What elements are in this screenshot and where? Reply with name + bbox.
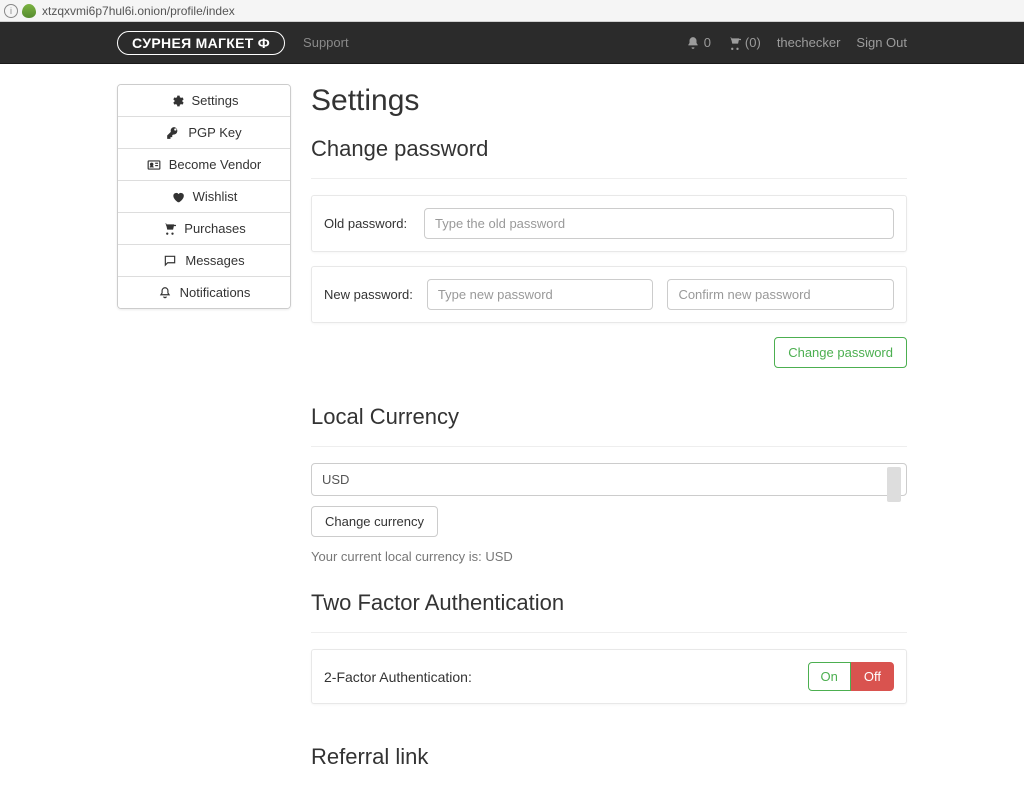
id-card-icon <box>147 158 161 172</box>
sidebar-item-label: Become Vendor <box>169 157 262 172</box>
top-navbar: CУРНЕЯ МАГКЕТ Ф Support 0 (0) thechecker… <box>0 22 1024 64</box>
new-password-panel: New password: <box>311 266 907 323</box>
sidebar-item-label: Notifications <box>180 285 251 300</box>
sidebar-item-messages[interactable]: Messages <box>118 245 290 277</box>
cart-icon <box>162 222 176 236</box>
notifications-count: 0 <box>704 35 711 50</box>
change-password-button[interactable]: Change password <box>774 337 907 368</box>
section-referral-link: Referral link <box>311 744 907 770</box>
new-password-input[interactable] <box>427 279 654 310</box>
old-password-panel: Old password: <box>311 195 907 252</box>
cart-count: (0) <box>745 35 761 50</box>
section-local-currency: Local Currency <box>311 404 907 430</box>
bell-icon <box>158 286 172 300</box>
currency-select-wrap: USD <box>311 463 907 506</box>
two-factor-label: 2-Factor Authentication: <box>324 669 472 685</box>
nav-notifications[interactable]: 0 <box>686 35 711 50</box>
sidebar-item-pgp[interactable]: PGP Key <box>118 117 290 149</box>
nav-sign-out[interactable]: Sign Out <box>856 35 907 50</box>
key-icon <box>166 126 180 140</box>
sidebar-item-notifications[interactable]: Notifications <box>118 277 290 308</box>
cart-icon <box>727 36 741 50</box>
old-password-label: Old password: <box>324 216 410 231</box>
page-title: Settings <box>311 84 907 118</box>
brand-logo[interactable]: CУРНЕЯ МАГКЕТ Ф <box>117 31 285 55</box>
nav-username[interactable]: thechecker <box>777 35 841 50</box>
bell-icon <box>686 36 700 50</box>
browser-url-bar: i xtzqxvmi6p7hul6i.onion/profile/index <box>0 0 1024 22</box>
sidebar-item-label: Messages <box>185 253 244 268</box>
settings-sidebar: Settings PGP Key Become Vendor Wishlist … <box>117 84 291 309</box>
info-icon: i <box>4 4 18 18</box>
two-factor-on[interactable]: On <box>808 662 851 691</box>
two-factor-off[interactable]: Off <box>851 662 894 691</box>
section-two-factor: Two Factor Authentication <box>311 590 907 616</box>
sidebar-item-settings[interactable]: Settings <box>118 85 290 117</box>
sidebar-item-label: Purchases <box>184 221 245 236</box>
two-factor-panel: 2-Factor Authentication: On Off <box>311 649 907 704</box>
nav-cart[interactable]: (0) <box>727 35 761 50</box>
sidebar-item-purchases[interactable]: Purchases <box>118 213 290 245</box>
chat-icon <box>163 254 177 268</box>
url-text: xtzqxvmi6p7hul6i.onion/profile/index <box>42 4 235 18</box>
confirm-password-input[interactable] <box>667 279 894 310</box>
nav-support[interactable]: Support <box>303 35 349 50</box>
sidebar-item-vendor[interactable]: Become Vendor <box>118 149 290 181</box>
sidebar-item-label: Wishlist <box>193 189 238 204</box>
old-password-input[interactable] <box>424 208 894 239</box>
heart-icon <box>171 190 185 204</box>
currency-select[interactable]: USD <box>311 463 907 496</box>
sidebar-item-wishlist[interactable]: Wishlist <box>118 181 290 213</box>
sidebar-item-label: Settings <box>192 93 239 108</box>
new-password-label: New password: <box>324 287 413 302</box>
main-content: Settings Change password Old password: N… <box>311 84 907 786</box>
two-factor-toggle: On Off <box>808 662 894 691</box>
change-currency-button[interactable]: Change currency <box>311 506 438 537</box>
section-change-password: Change password <box>311 136 907 162</box>
sidebar-item-label: PGP Key <box>188 125 241 140</box>
gear-icon <box>170 94 184 108</box>
current-currency-note: Your current local currency is: USD <box>311 549 907 564</box>
tor-onion-icon <box>22 4 36 18</box>
